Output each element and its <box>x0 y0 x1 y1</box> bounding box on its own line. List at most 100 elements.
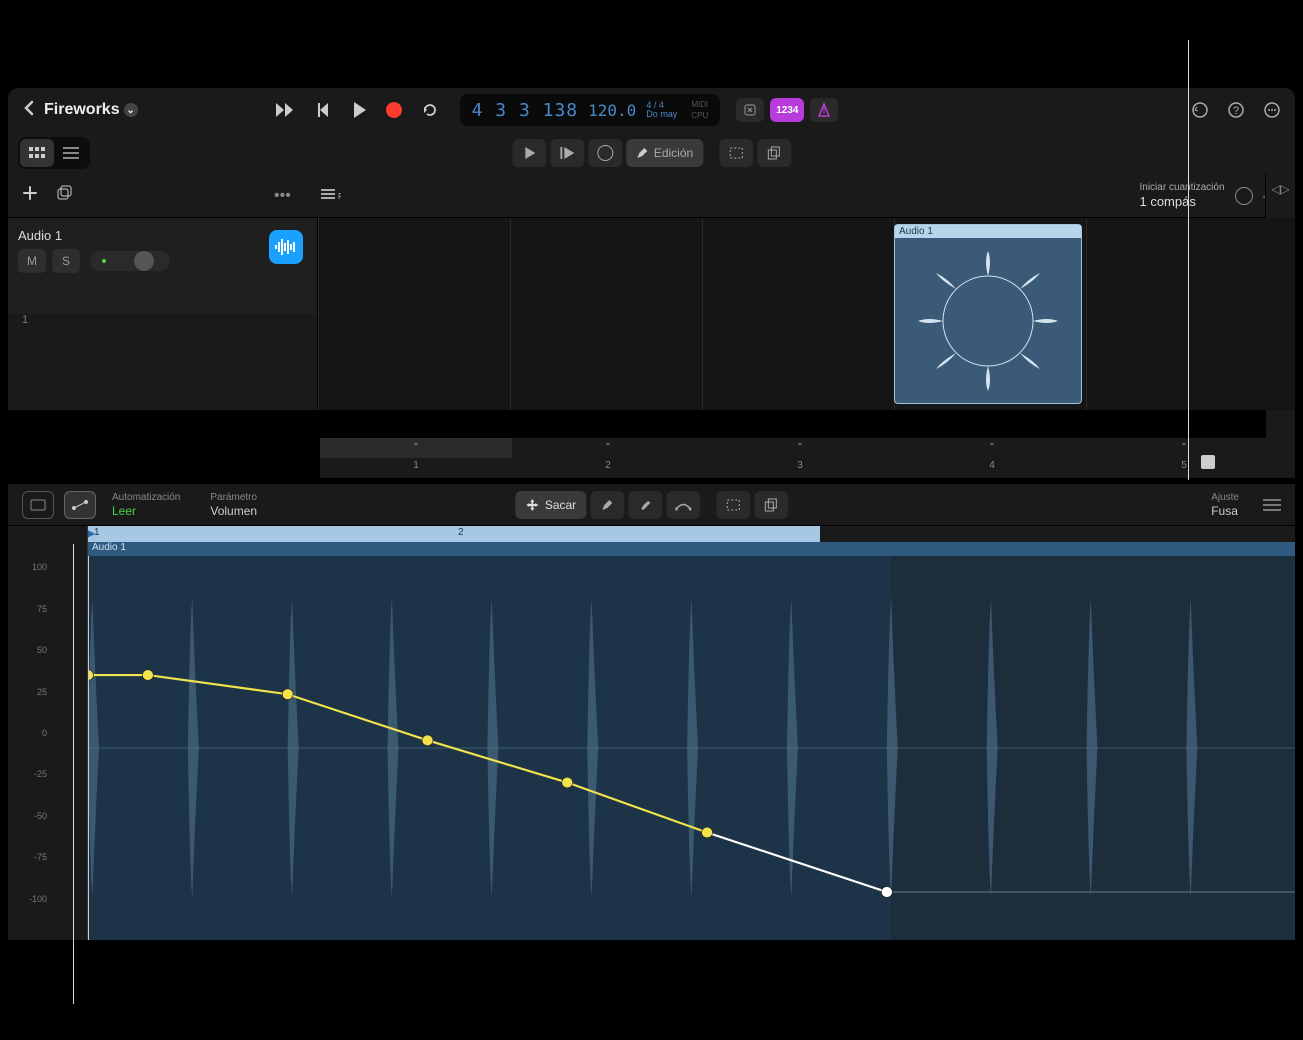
quantize-control[interactable]: Iniciar cuantización 1 compás <box>1139 182 1224 209</box>
lcd-display[interactable]: 4 3 3 138 120.0 4 / 4 Do may MIDI CPU <box>460 94 721 126</box>
waveform-area[interactable] <box>88 556 1295 940</box>
play-region-button[interactable] <box>512 139 546 167</box>
quantize-label: Iniciar cuantización <box>1139 182 1224 193</box>
stop-button[interactable] <box>1201 455 1215 469</box>
vertical-zoom-button[interactable]: ◁▷ <box>1271 182 1289 196</box>
view-toggle-group <box>18 137 90 169</box>
editor-body: 100 75 50 25 0 -25 -50 -75 -100 ▶ 1 2 ◀ … <box>8 526 1295 940</box>
automation-mode-value: Leer <box>112 504 180 518</box>
metronome-button[interactable] <box>810 98 838 122</box>
region-thumbnail-icon <box>895 239 1081 403</box>
track-type-icon[interactable] <box>269 230 303 264</box>
automation-tab-button[interactable] <box>64 491 96 519</box>
position-display: 4 3 3 138 <box>472 100 579 121</box>
signature-display: 4 / 4 Do may <box>646 101 677 119</box>
slider-knob-icon <box>134 251 154 271</box>
count-in-button[interactable]: 1234 <box>770 98 804 122</box>
editor-toolbar: Automatización Leer Parámetro Volumen Sa… <box>8 484 1295 526</box>
arrange-header-left <box>22 185 74 206</box>
pencil-tool-button[interactable] <box>590 491 624 519</box>
automation-mode-control[interactable]: Automatización Leer <box>112 492 180 518</box>
back-button[interactable] <box>22 99 36 122</box>
marquee-tool-button[interactable] <box>716 491 750 519</box>
playhead-line <box>88 556 89 940</box>
move-tool-button[interactable]: Sacar <box>515 491 586 519</box>
edit-mode-button[interactable]: Edición <box>626 139 703 167</box>
editor-canvas[interactable]: ▶ 1 2 ◀ 4 Audio 1 <box>88 526 1295 940</box>
help-icon[interactable]: ? <box>1227 101 1245 119</box>
play-from-button[interactable] <box>550 139 584 167</box>
tuner-button[interactable] <box>736 98 764 122</box>
editor-menu-button[interactable] <box>1263 499 1281 511</box>
snap-control[interactable]: Ajuste Fusa <box>1211 492 1239 518</box>
project-title[interactable]: Fireworks ⌄ <box>44 101 138 119</box>
editor-region-label: Audio 1 <box>88 542 1295 556</box>
bar-label: 5 <box>1181 460 1187 471</box>
add-track-button[interactable] <box>22 185 38 206</box>
track-number: 1 <box>22 314 28 326</box>
mode-badges: 1234 <box>736 98 838 122</box>
grid-view-button[interactable] <box>20 139 54 167</box>
brush-tool-button[interactable] <box>628 491 662 519</box>
copy-tool-button[interactable] <box>757 139 791 167</box>
play-icon[interactable] <box>352 102 366 118</box>
project-title-text: Fireworks <box>44 101 120 119</box>
copy-automation-button[interactable] <box>754 491 788 519</box>
solo-button[interactable]: S <box>52 249 80 273</box>
tempo-display: 120.0 <box>588 101 636 120</box>
automation-editor: Automatización Leer Parámetro Volumen Sa… <box>8 484 1295 940</box>
topbar-right: ? <box>1191 101 1281 119</box>
go-to-start-icon[interactable] <box>316 103 332 117</box>
snap-label: Ajuste <box>1211 492 1239 503</box>
track-options-button[interactable]: ••• <box>274 187 291 205</box>
callout-line <box>73 544 74 1004</box>
quantize-apply-button[interactable] <box>1235 187 1253 205</box>
parameter-value: Volumen <box>210 504 257 518</box>
chevron-down-icon: ⌄ <box>124 103 138 117</box>
move-tool-label: Sacar <box>545 498 576 512</box>
meters-display: MIDI CPU <box>691 100 708 120</box>
bar-label: 4 <box>989 460 995 471</box>
mute-button[interactable]: M <box>18 249 46 273</box>
snap-value: Fusa <box>1211 504 1239 518</box>
curve-tool-button[interactable] <box>666 491 700 519</box>
track-header-list: Audio 1 M S 1 <box>8 218 318 410</box>
parameter-label: Parámetro <box>210 492 257 503</box>
automation-label: Automatización <box>112 492 180 503</box>
editor-tools: Sacar <box>515 491 788 519</box>
svg-text:R: R <box>338 192 341 201</box>
track-header[interactable]: Audio 1 M S <box>8 218 317 314</box>
region-inspector-button[interactable]: R <box>321 187 341 204</box>
undo-icon[interactable] <box>1191 101 1209 119</box>
record-button[interactable] <box>386 102 402 118</box>
audio-region[interactable]: Audio 1 <box>894 224 1082 404</box>
editor-ruler[interactable]: ▶ 1 2 ◀ 4 <box>88 526 1295 542</box>
volume-slider[interactable] <box>90 251 170 271</box>
editor-yaxis: 100 75 50 25 0 -25 -50 -75 -100 <box>8 526 88 940</box>
bar-label: 3 <box>797 460 803 471</box>
bar-ruler[interactable]: ⌃1 ⌃2 ⌃3 ⌃4 ⌃5 <box>320 438 1295 478</box>
edit-tools: Edición <box>512 139 791 167</box>
bar-label: 2 <box>605 460 611 471</box>
fast-forward-icon[interactable] <box>276 103 296 117</box>
duplicate-track-button[interactable] <box>56 185 74 206</box>
region-tab-button[interactable] <box>22 491 54 519</box>
more-icon[interactable] <box>1263 101 1281 119</box>
cycle-icon[interactable] <box>422 103 440 117</box>
view-toolbar: Edición <box>8 132 1295 174</box>
loop-region-button[interactable] <box>588 139 622 167</box>
parameter-control[interactable]: Parámetro Volumen <box>210 492 257 518</box>
level-indicator-icon <box>102 259 106 263</box>
top-toolbar: Fireworks ⌄ 4 3 3 138 120.0 4 / 4 Do may… <box>8 88 1295 132</box>
edit-mode-label: Edición <box>654 146 693 160</box>
svg-text:?: ? <box>1233 105 1239 117</box>
arrange-header: ••• R Iniciar cuantización 1 compás ◁▷ <box>8 174 1295 218</box>
list-view-button[interactable] <box>54 139 88 167</box>
arrange-grid[interactable]: Audio 1 <box>318 218 1295 410</box>
arrange-area: Audio 1 M S 1 Audio 1 <box>8 218 1295 410</box>
selection-tool-button[interactable] <box>719 139 753 167</box>
region-label: Audio 1 <box>895 225 1081 238</box>
track-name: Audio 1 <box>18 228 307 243</box>
callout-line <box>1188 40 1189 480</box>
bar-label: 1 <box>413 460 419 471</box>
